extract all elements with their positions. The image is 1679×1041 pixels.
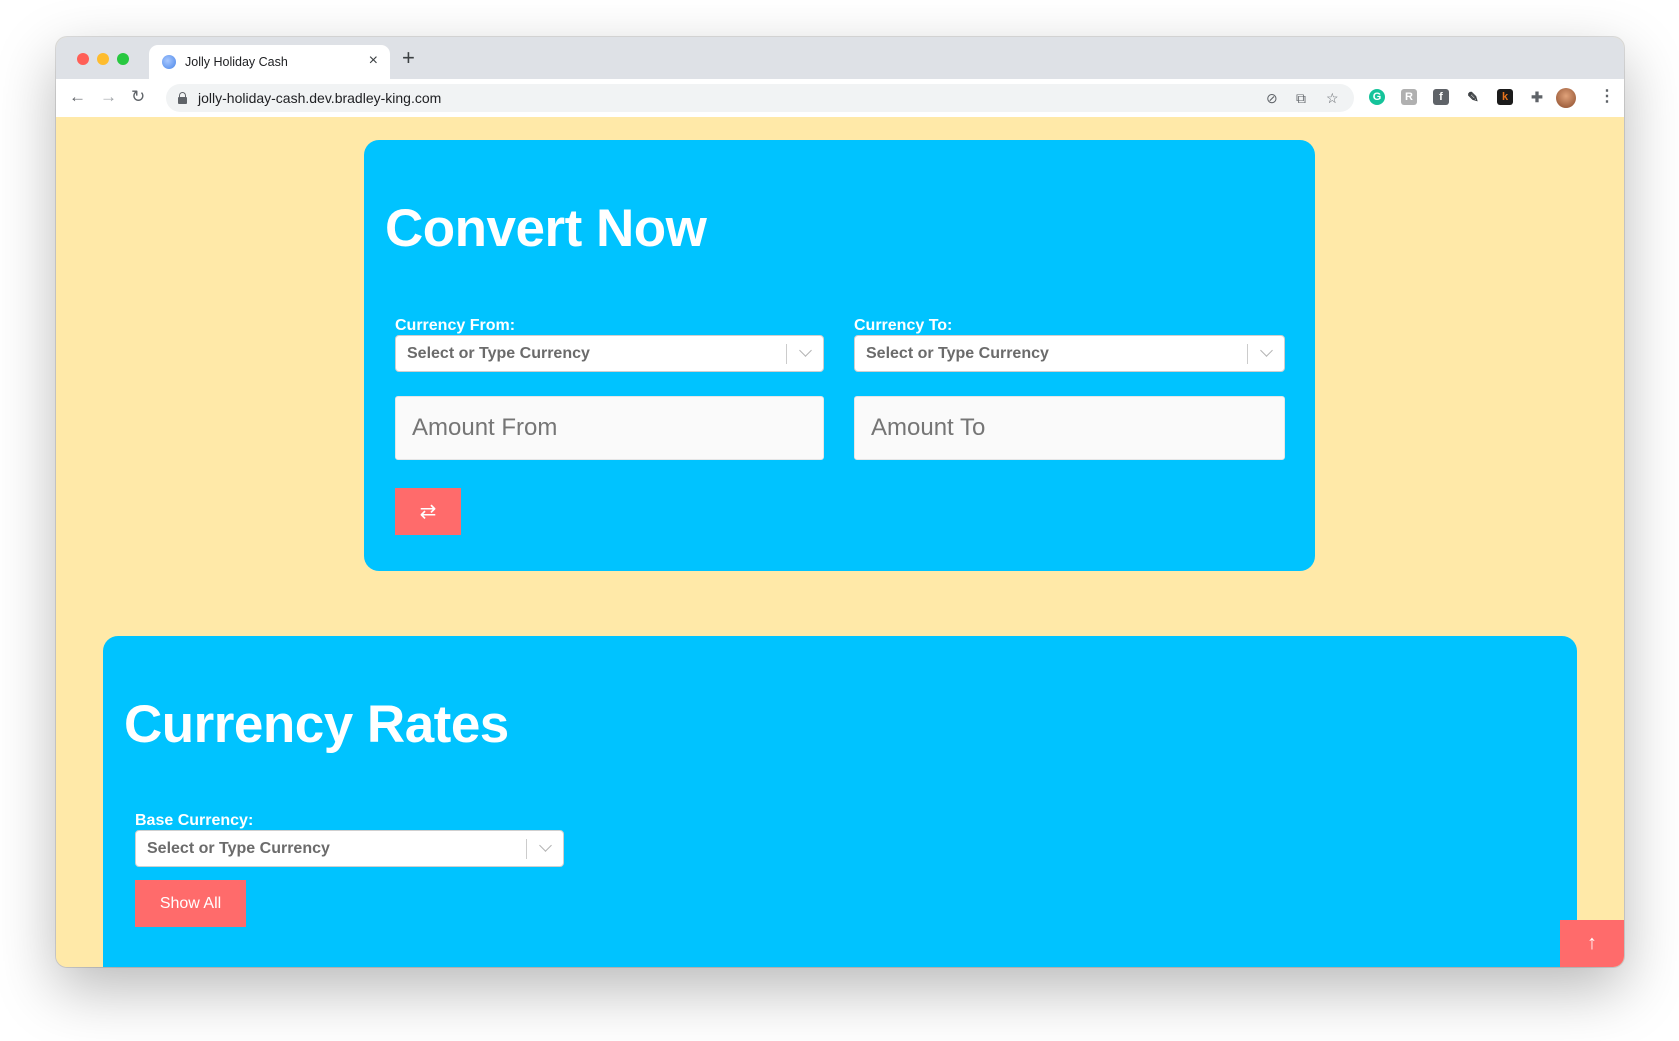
arrow-up-icon: ↑: [1587, 932, 1597, 954]
currency-from-select[interactable]: Select or Type Currency: [395, 335, 824, 372]
browser-window: Jolly Holiday Cash × + ← → ↻ jolly-holid…: [56, 37, 1624, 967]
minimize-window-button[interactable]: [97, 53, 109, 65]
extension-r-icon[interactable]: R: [1401, 89, 1417, 105]
site-favicon-icon: [162, 55, 176, 69]
currency-to-label: Currency To:: [854, 317, 953, 334]
active-tab[interactable]: Jolly Holiday Cash ×: [149, 45, 390, 79]
tab-title: Jolly Holiday Cash: [185, 55, 288, 69]
converter-card: Convert Now Currency From: Select or Typ…: [364, 140, 1315, 571]
rates-card: Currency Rates Base Currency: Select or …: [103, 636, 1577, 967]
page-viewport: Convert Now Currency From: Select or Typ…: [56, 117, 1624, 967]
tab-close-icon[interactable]: ×: [369, 52, 378, 70]
reload-icon[interactable]: ↻: [131, 87, 145, 107]
currency-from-select-value[interactable]: Select or Type Currency: [407, 345, 590, 363]
swap-arrows-icon: ⇄: [419, 501, 437, 523]
facebook-icon[interactable]: f: [1433, 89, 1449, 105]
bookmark-star-icon[interactable]: ☆: [1326, 90, 1339, 107]
base-currency-label: Base Currency:: [135, 812, 254, 829]
browser-menu-icon[interactable]: ⋮: [1599, 87, 1615, 107]
chevron-down-icon[interactable]: [539, 839, 552, 852]
select-separator: [1247, 344, 1248, 364]
amount-to-input[interactable]: [854, 396, 1285, 460]
open-in-new-icon[interactable]: ⧉: [1296, 90, 1306, 107]
base-currency-select[interactable]: Select or Type Currency: [135, 830, 564, 867]
new-tab-button[interactable]: +: [402, 47, 415, 69]
chevron-down-icon[interactable]: [1260, 344, 1273, 357]
show-all-button[interactable]: Show All: [135, 880, 246, 927]
profile-avatar[interactable]: [1556, 88, 1576, 108]
base-currency-select-value[interactable]: Select or Type Currency: [147, 840, 330, 858]
chevron-down-icon[interactable]: [799, 344, 812, 357]
amount-from-input[interactable]: [395, 396, 824, 460]
swap-currencies-button[interactable]: ⇄: [395, 488, 461, 535]
window-controls: [77, 53, 129, 65]
zoom-window-button[interactable]: [117, 53, 129, 65]
currency-to-select-value[interactable]: Select or Type Currency: [866, 345, 1049, 363]
extensions-puzzle-icon[interactable]: ✚: [1529, 89, 1545, 105]
converter-title: Convert Now: [385, 199, 707, 258]
currency-from-label: Currency From:: [395, 317, 516, 334]
lock-icon[interactable]: [178, 92, 187, 104]
forward-arrow-icon[interactable]: →: [100, 87, 117, 107]
select-separator: [786, 344, 787, 364]
grammarly-icon[interactable]: G: [1369, 89, 1385, 105]
url-text[interactable]: jolly-holiday-cash.dev.bradley-king.com: [198, 90, 441, 106]
extension-k-icon[interactable]: k: [1497, 89, 1513, 105]
scroll-to-top-button[interactable]: ↑: [1560, 920, 1624, 967]
currency-to-select[interactable]: Select or Type Currency: [854, 335, 1285, 372]
blocked-content-icon[interactable]: ⊘: [1266, 90, 1278, 107]
address-bar[interactable]: jolly-holiday-cash.dev.bradley-king.com …: [166, 84, 1354, 112]
back-arrow-icon[interactable]: ←: [69, 87, 86, 107]
tab-strip: Jolly Holiday Cash × +: [56, 37, 1624, 79]
select-separator: [526, 839, 527, 859]
rates-title: Currency Rates: [124, 695, 509, 754]
pen-extension-icon[interactable]: ✎: [1465, 89, 1481, 105]
browser-toolbar: ← → ↻ jolly-holiday-cash.dev.bradley-kin…: [56, 79, 1624, 118]
close-window-button[interactable]: [77, 53, 89, 65]
